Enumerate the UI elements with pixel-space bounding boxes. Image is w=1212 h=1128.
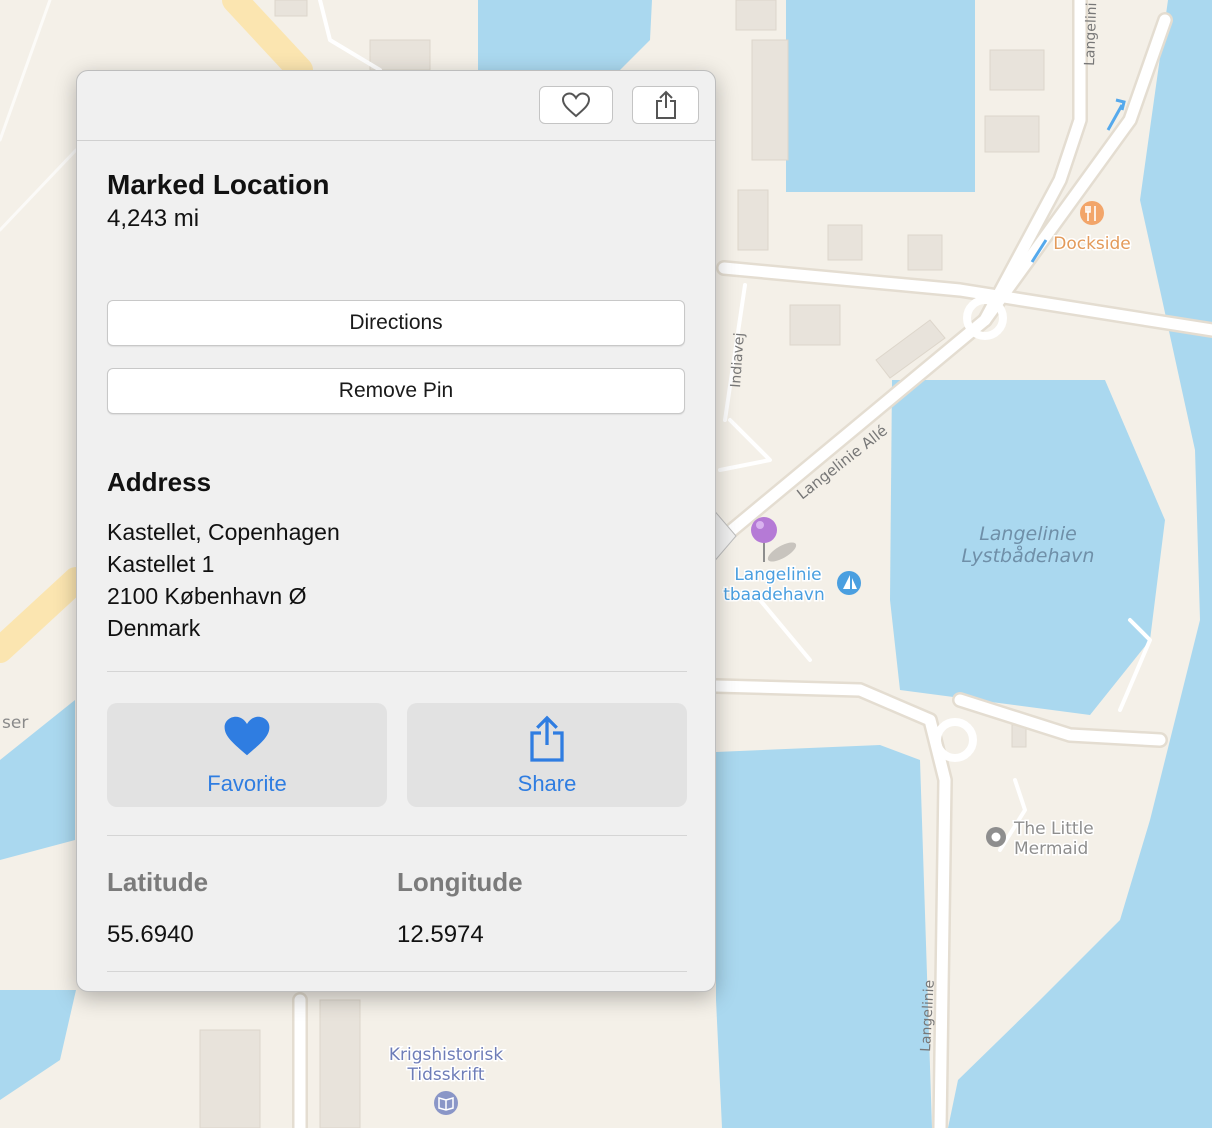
favorite-action-button[interactable]: Favorite	[107, 703, 387, 807]
location-popover: Marked Location 4,243 mi Directions Remo…	[76, 70, 716, 992]
heart-filled-icon	[224, 716, 270, 756]
remove-pin-button[interactable]: Remove Pin	[107, 368, 685, 414]
latitude-value: 55.6940	[107, 921, 194, 948]
poi-label-dockside: Dockside	[1053, 234, 1131, 254]
map-label-fragment: ser	[2, 713, 28, 733]
location-distance: 4,243 mi	[107, 205, 200, 232]
water-label-line2: Lystbådehavn	[962, 544, 1095, 567]
poi-label-krig-line2: Tidsskrift	[407, 1065, 485, 1085]
poi-label-mermaid-line2: Mermaid	[1014, 839, 1088, 859]
location-title: Marked Location	[107, 169, 330, 200]
poi-label-mermaid-line1: The Little	[1013, 819, 1094, 839]
divider	[107, 971, 687, 972]
divider	[107, 671, 687, 672]
popover-toolbar	[77, 71, 715, 141]
poi-label-marina-line1: Langelinie	[734, 565, 821, 585]
sailboat-icon	[837, 571, 861, 595]
latitude-label: Latitude	[107, 867, 209, 897]
water-label-line1: Langelinie	[979, 523, 1077, 545]
address-line: Kastellet, Copenhagen	[107, 519, 340, 545]
toolbar-favorite-button[interactable]	[539, 86, 613, 124]
address-line: Denmark	[107, 615, 201, 641]
fork-knife-icon	[1080, 201, 1104, 225]
directions-button[interactable]: Directions	[107, 300, 685, 346]
address-line: 2100 København Ø	[107, 583, 307, 609]
book-icon	[434, 1091, 458, 1115]
share-action-label: Share	[517, 771, 577, 796]
longitude-value: 12.5974	[397, 921, 484, 948]
share-icon	[530, 715, 564, 762]
share-icon	[655, 90, 676, 119]
toolbar-share-button[interactable]	[632, 86, 699, 124]
favorite-action-label: Favorite	[207, 771, 287, 796]
longitude-label: Longitude	[397, 867, 523, 897]
poi-label-krig-line1: Krigshistorisk	[389, 1045, 503, 1065]
address-heading: Address	[107, 467, 212, 497]
landmark-icon	[986, 827, 1006, 847]
poi-label-marina-line2: tbaadehavn	[723, 585, 825, 605]
heart-outline-icon	[561, 92, 591, 118]
address-line: Kastellet 1	[107, 551, 215, 577]
popover-pointer	[712, 508, 737, 565]
share-action-button[interactable]: Share	[407, 703, 687, 807]
divider	[107, 835, 687, 836]
street-label-langelinie-top: Langelini	[1082, 2, 1100, 66]
